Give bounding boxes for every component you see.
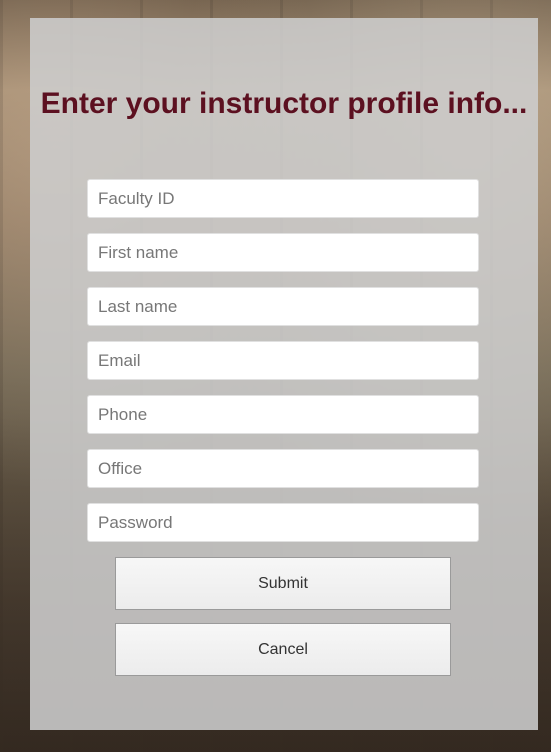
email-field[interactable] bbox=[87, 341, 479, 380]
faculty-id-field[interactable] bbox=[87, 179, 479, 218]
form-title: Enter your instructor profile info... bbox=[40, 87, 528, 120]
phone-field[interactable] bbox=[87, 395, 479, 434]
last-name-field[interactable] bbox=[87, 287, 479, 326]
password-field[interactable] bbox=[87, 503, 479, 542]
profile-form-panel: Enter your instructor profile info... Su… bbox=[30, 18, 538, 730]
submit-button[interactable]: Submit bbox=[115, 557, 451, 610]
first-name-field[interactable] bbox=[87, 233, 479, 272]
cancel-button[interactable]: Cancel bbox=[115, 623, 451, 676]
office-field[interactable] bbox=[87, 449, 479, 488]
